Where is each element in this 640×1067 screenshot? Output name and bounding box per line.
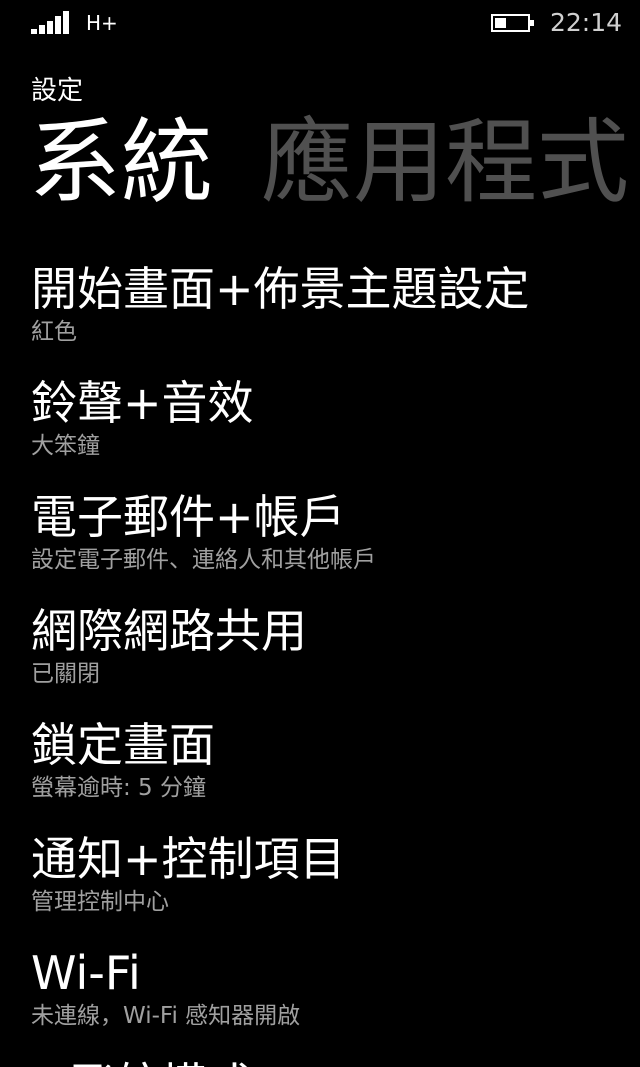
item-subtitle: 設定電子郵件、連絡人和其他帳戶 <box>31 547 376 573</box>
item-title: 電子郵件+帳戶 <box>31 490 346 544</box>
settings-item-lock-screen[interactable]: 鎖定畫面 螢幕逾時: 5 分鐘 <box>31 716 640 830</box>
settings-item-ringtones[interactable]: 鈴聲+音效 大笨鐘 <box>31 374 640 488</box>
settings-item-internet-sharing[interactable]: 網際網路共用 已關閉 <box>31 602 640 716</box>
item-title: 鎖定畫面 <box>31 718 215 772</box>
settings-list: 開始畫面+佈景主題設定 紅色 鈴聲+音效 大笨鐘 電子郵件+帳戶 設定電子郵件、… <box>31 260 640 1058</box>
clock: 22:14 <box>550 8 623 37</box>
item-title: 鈴聲+音效 <box>31 376 254 430</box>
tab-applications[interactable]: 應用程式 <box>261 108 629 218</box>
item-title: 通知+控制項目 <box>31 832 346 886</box>
signal-bars-icon <box>31 11 69 34</box>
settings-item-start-theme[interactable]: 開始畫面+佈景主題設定 紅色 <box>31 260 640 374</box>
settings-item-email-accounts[interactable]: 電子郵件+帳戶 設定電子郵件、連絡人和其他帳戶 <box>31 488 640 602</box>
battery-icon <box>491 14 534 32</box>
settings-item-wifi[interactable]: Wi-Fi 未連線，Wi-Fi 感知器開啟 <box>31 944 640 1058</box>
app-title: 設定 <box>31 76 84 106</box>
settings-item-partial[interactable]: – 飛航模式 <box>31 1056 281 1067</box>
status-bar: H+ 22:14 <box>0 0 640 48</box>
item-subtitle: 紅色 <box>31 319 77 345</box>
pivot-header: 系統 應用程式 <box>29 108 640 218</box>
settings-item-notifications[interactable]: 通知+控制項目 管理控制中心 <box>31 830 640 944</box>
partial-item-glyphs: – 飛航模式 <box>31 1056 281 1067</box>
item-title: 開始畫面+佈景主題設定 <box>31 262 530 316</box>
item-subtitle: 管理控制中心 <box>31 889 169 915</box>
item-subtitle: 大笨鐘 <box>31 433 100 459</box>
tab-system[interactable]: 系統 <box>29 108 213 218</box>
network-type: H+ <box>86 11 118 35</box>
item-title: Wi-Fi <box>31 946 141 1000</box>
item-subtitle: 已關閉 <box>31 661 100 687</box>
item-title: 網際網路共用 <box>31 604 307 658</box>
item-subtitle: 螢幕逾時: 5 分鐘 <box>31 775 207 801</box>
item-subtitle: 未連線，Wi-Fi 感知器開啟 <box>31 1003 301 1029</box>
